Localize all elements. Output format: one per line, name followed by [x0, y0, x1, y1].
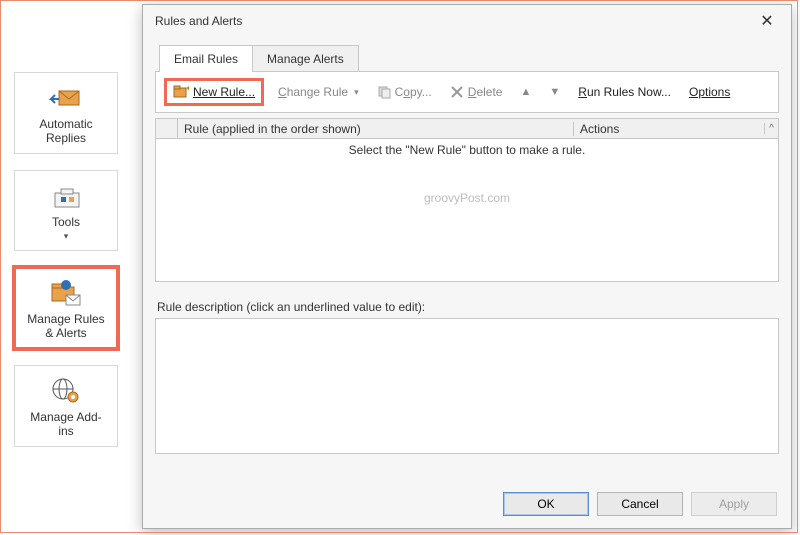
run-rules-now-button[interactable]: Run Rules Now... [574, 82, 675, 102]
globe-gear-icon [19, 374, 113, 408]
new-rule-icon: ✦ [173, 85, 189, 99]
rules-and-alerts-dialog: Rules and Alerts ✕ Email Rules Manage Al… [142, 4, 792, 529]
manage-addins-button[interactable]: Manage Add- ins [14, 365, 118, 447]
move-up-button[interactable]: ▲ [516, 83, 535, 101]
move-down-button[interactable]: ▼ [545, 83, 564, 101]
new-rule-label: New Rule... [193, 85, 255, 99]
delete-button[interactable]: Delete [446, 82, 507, 102]
automatic-replies-label: Automatic Replies [19, 117, 113, 145]
rules-list: Rule (applied in the order shown) Action… [155, 118, 779, 282]
triangle-up-icon: ▲ [520, 86, 531, 98]
manage-addins-label: Manage Add- ins [19, 410, 113, 438]
watermark-text: groovyPost.com [156, 191, 778, 205]
automatic-replies-button[interactable]: Automatic Replies [14, 72, 118, 154]
reply-mail-icon [19, 81, 113, 115]
column-rule[interactable]: Rule (applied in the order shown) [178, 122, 574, 136]
folder-alert-icon [19, 276, 113, 310]
new-rule-button[interactable]: ✦ New Rule... [164, 78, 264, 106]
rules-toolbar: ✦ New Rule... Change Rule ▾ Copy... Dele… [155, 71, 779, 113]
delete-x-icon [450, 85, 464, 99]
apply-button[interactable]: Apply [691, 492, 777, 516]
change-rule-button[interactable]: Change Rule ▾ [274, 82, 363, 102]
empty-rules-hint: Select the "New Rule" button to make a r… [156, 139, 778, 157]
dialog-tabs: Email Rules Manage Alerts [143, 45, 791, 72]
rules-list-header: Rule (applied in the order shown) Action… [156, 119, 778, 139]
svg-text:✦: ✦ [185, 85, 189, 93]
manage-rules-alerts-button[interactable]: Manage Rules & Alerts [14, 267, 118, 349]
chevron-down-icon: ▾ [354, 87, 359, 98]
options-label: Options [689, 85, 730, 99]
delete-label: Delete [468, 85, 503, 99]
close-icon[interactable]: ✕ [751, 11, 783, 31]
copy-button[interactable]: Copy... [373, 82, 436, 102]
rule-description-box [155, 318, 779, 454]
run-rules-now-label: Run Rules Now... [578, 85, 671, 99]
manage-rules-label: Manage Rules & Alerts [19, 312, 113, 340]
chevron-down-icon: ▾ [19, 231, 113, 242]
scroll-up-icon[interactable]: ^ [764, 123, 778, 134]
cancel-button[interactable]: Cancel [597, 492, 683, 516]
copy-icon [377, 85, 391, 99]
options-button[interactable]: Options [685, 82, 734, 102]
tab-manage-alerts[interactable]: Manage Alerts [252, 45, 359, 72]
dialog-title: Rules and Alerts [151, 14, 751, 28]
column-actions[interactable]: Actions [574, 122, 764, 136]
dialog-button-row: OK Cancel Apply [503, 492, 777, 516]
dialog-titlebar: Rules and Alerts ✕ [143, 5, 791, 37]
ok-button[interactable]: OK [503, 492, 589, 516]
rule-description-label: Rule description (click an underlined va… [157, 300, 777, 314]
tab-email-rules[interactable]: Email Rules [159, 45, 253, 72]
ribbon-sidebar: Automatic Replies Tools ▾ Manage Rul [14, 72, 118, 447]
tools-button[interactable]: Tools ▾ [14, 170, 118, 251]
tools-label: Tools [19, 215, 113, 229]
triangle-down-icon: ▼ [549, 86, 560, 98]
copy-label: Copy... [395, 85, 432, 99]
change-rule-label: Change Rule [278, 85, 348, 99]
column-checkbox [156, 119, 178, 138]
tools-icon [19, 179, 113, 213]
